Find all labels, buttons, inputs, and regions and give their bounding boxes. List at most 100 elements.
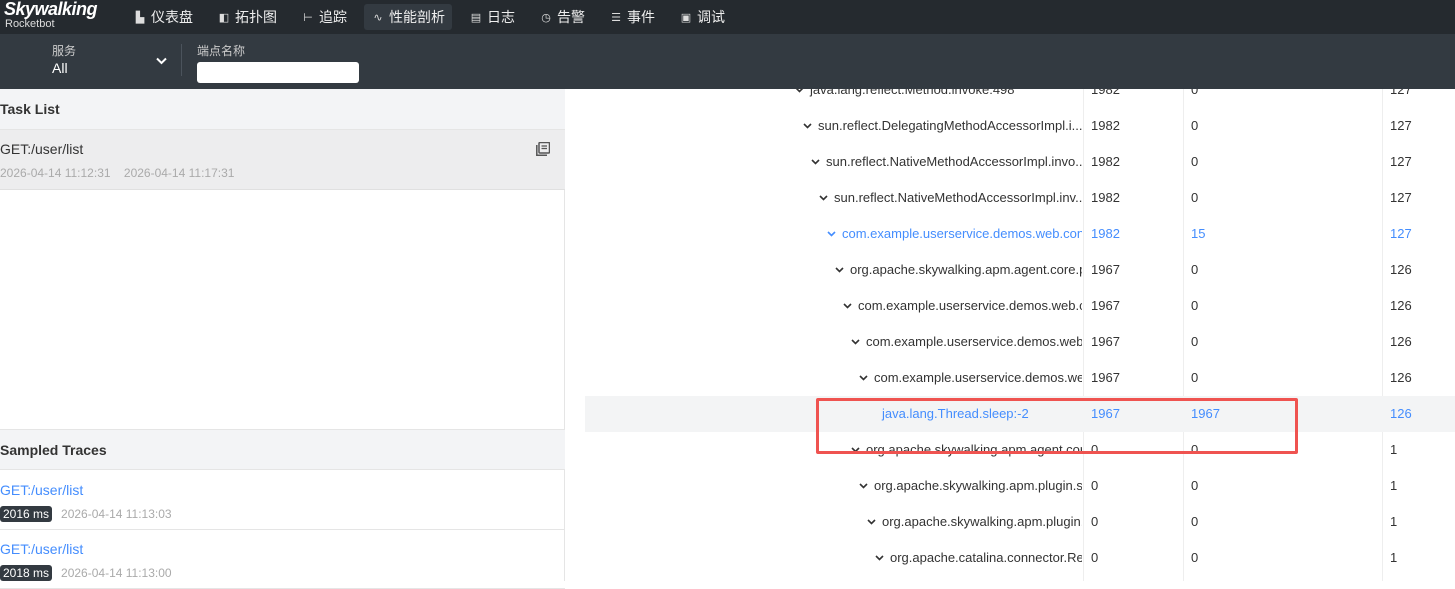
nav-item-profile[interactable]: ∿ 性能剖析 xyxy=(364,4,452,30)
chevron-down-icon[interactable] xyxy=(156,54,167,68)
stack-row[interactable]: sun.reflect.NativeMethodAccessorImpl.inv… xyxy=(585,144,1455,180)
duration-badge: 2018 ms xyxy=(0,565,53,581)
endpoint-input[interactable] xyxy=(197,62,359,83)
chevron-down-icon[interactable] xyxy=(859,360,869,396)
task-start-time: 2026-04-14 11:12:31 xyxy=(0,166,111,180)
trace-name[interactable]: GET:/user/list xyxy=(0,482,83,498)
self-duration-cell: 0 xyxy=(1191,118,1199,133)
self-duration-cell: 0 xyxy=(1191,478,1199,493)
stack-frame-name: org.apache.catalina.connector.Reque... xyxy=(890,550,1082,565)
stack-frame-name: sun.reflect.DelegatingMethodAccessorImpl… xyxy=(818,118,1082,133)
stack-frame-name: org.apache.skywalking.apm.agent.core.pl.… xyxy=(850,262,1082,277)
nav-item-debug[interactable]: ▣ 调试 xyxy=(672,4,732,30)
chevron-down-icon[interactable] xyxy=(803,108,813,144)
debug-icon: ▣ xyxy=(680,11,692,24)
dashboard-icon: ▙ xyxy=(135,11,145,24)
nav-item-trace[interactable]: ⊢ 追踪 xyxy=(294,4,354,30)
dump-count-cell: 1 xyxy=(1390,514,1398,529)
trace-time: 2026-04-14 11:13:03 xyxy=(61,507,172,521)
topology-icon: ◧ xyxy=(218,11,230,24)
task-end-time: 2026-04-14 11:17:31 xyxy=(123,166,235,180)
chevron-down-icon[interactable] xyxy=(843,288,853,324)
stack-frame-cell: sun.reflect.NativeMethodAccessorImpl.inv… xyxy=(585,144,1082,180)
logo[interactable]: Skywalking Rocketbot xyxy=(4,0,104,34)
stack-frame-cell: org.apache.catalina.connector.Reque... xyxy=(585,540,1082,576)
copy-icon[interactable] xyxy=(536,141,551,156)
nav-item-event[interactable]: ☰ 事件 xyxy=(602,4,662,30)
trace-name[interactable]: GET:/user/list xyxy=(0,541,83,557)
chevron-down-icon[interactable] xyxy=(875,540,885,576)
chevron-down-icon[interactable] xyxy=(811,144,821,180)
stack-frame-name: org.apache.skywalking.apm.plugin.spri... xyxy=(882,514,1082,529)
trace-time: 2026-04-14 11:13:00 xyxy=(61,566,172,580)
duration-cell: 1967 xyxy=(1091,262,1120,277)
dump-count-cell: 1 xyxy=(1390,442,1398,457)
stack-row[interactable]: com.example.userservice.demos.web.co... 1… xyxy=(585,288,1455,324)
duration-cell: 1982 xyxy=(1091,154,1120,169)
dump-count-cell: 126 xyxy=(1390,298,1412,313)
chevron-down-icon[interactable] xyxy=(835,252,845,288)
dump-count-cell: 127 xyxy=(1390,118,1412,133)
stack-frame-cell: com.example.userservice.demos.web.c... xyxy=(585,324,1082,360)
nav-item-dashboard[interactable]: ▙ 仪表盘 xyxy=(126,4,200,30)
stack-row[interactable]: sun.reflect.NativeMethodAccessorImpl.inv… xyxy=(585,180,1455,216)
chevron-down-icon[interactable] xyxy=(819,180,829,216)
self-duration-cell: 0 xyxy=(1191,154,1199,169)
nav-item-log[interactable]: ▤ 日志 xyxy=(462,4,522,30)
stack-row[interactable]: org.apache.catalina.connector.Reque... 0 0… xyxy=(585,540,1455,576)
nav-label: 拓扑图 xyxy=(235,9,277,25)
service-value: All xyxy=(52,60,68,76)
duration-cell: 1982 xyxy=(1091,226,1120,241)
nav-item-alarm[interactable]: ◷ 告警 xyxy=(532,4,592,30)
nav-label: 告警 xyxy=(557,9,585,25)
duration-badge: 2016 ms xyxy=(0,506,53,522)
service-selector[interactable]: 服务 All xyxy=(52,42,167,76)
dump-count-cell: 1 xyxy=(1390,478,1398,493)
self-duration-cell: 0 xyxy=(1191,370,1199,385)
nav-label: 仪表盘 xyxy=(151,9,193,25)
stack-row[interactable]: org.apache.skywalking.apm.plugin.spri...… xyxy=(585,504,1455,540)
stack-row[interactable]: com.example.userservice.demos.web.... 196… xyxy=(585,360,1455,396)
self-duration-cell: 0 xyxy=(1191,89,1199,97)
trace-item[interactable]: GET:/user/list 2018 ms 2026-04-14 11:13:… xyxy=(0,530,565,589)
duration-cell: 1967 xyxy=(1091,298,1120,313)
trace-item[interactable]: GET:/user/list 2016 ms 2026-04-14 11:13:… xyxy=(0,471,565,530)
stack-row[interactable]: org.apache.skywalking.apm.agent.core.pl.… xyxy=(585,252,1455,288)
duration-cell: 0 xyxy=(1091,478,1099,493)
stack-frame-cell: com.example.userservice.demos.web.... xyxy=(585,360,1082,396)
main-nav: ▙ 仪表盘 ◧ 拓扑图 ⊢ 追踪 ∿ 性能剖析 ▤ 日志 ◷ 告警 ☰ 事件 ▣ 调试 xyxy=(126,0,742,34)
nav-label: 性能剖析 xyxy=(389,9,445,25)
dump-count-cell: 126 xyxy=(1390,262,1412,277)
stack-row[interactable]: java.lang.reflect.Method.invoke:498 1982 0… xyxy=(585,89,1455,108)
self-duration-cell: 0 xyxy=(1191,298,1199,313)
left-panel: Task List GET:/user/list 2026-04-14 11:1… xyxy=(0,89,565,589)
stack-frame-name: com.example.userservice.demos.web.cont..… xyxy=(842,226,1082,241)
stack-frame-cell: java.lang.reflect.Method.invoke:498 xyxy=(585,89,1082,108)
dump-count-cell: 126 xyxy=(1390,370,1412,385)
stack-frame-cell: sun.reflect.NativeMethodAccessorImpl.inv… xyxy=(585,180,1082,216)
stack-row[interactable]: org.apache.skywalking.apm.plugin.sprin..… xyxy=(585,468,1455,504)
self-duration-cell: 0 xyxy=(1191,550,1199,565)
self-duration-cell: 0 xyxy=(1191,334,1199,349)
chevron-down-icon[interactable] xyxy=(851,324,861,360)
stack-frame-cell: org.apache.skywalking.apm.plugin.spri... xyxy=(585,504,1082,540)
stack-row[interactable]: com.example.userservice.demos.web.cont..… xyxy=(585,216,1455,252)
duration-cell: 1967 xyxy=(1091,334,1120,349)
highlight-box xyxy=(816,398,1298,454)
nav-label: 事件 xyxy=(627,9,655,25)
task-list-item[interactable]: GET:/user/list 2026-04-14 11:12:31 2026-… xyxy=(0,130,565,190)
stack-row[interactable]: sun.reflect.DelegatingMethodAccessorImpl… xyxy=(585,108,1455,144)
dump-count-cell: 126 xyxy=(1390,406,1412,421)
stack-tree-table: java.lang.reflect.Method.invoke:498 1982 0… xyxy=(585,89,1455,581)
stack-row[interactable]: com.example.userservice.demos.web.c... 19… xyxy=(585,324,1455,360)
filter-bar: 服务 All 端点名称 xyxy=(0,34,1455,89)
chevron-down-icon[interactable] xyxy=(827,216,837,252)
chevron-down-icon[interactable] xyxy=(859,468,869,504)
stack-frame-cell: sun.reflect.DelegatingMethodAccessorImpl… xyxy=(585,108,1082,144)
self-duration-cell: 0 xyxy=(1191,262,1199,277)
chevron-down-icon[interactable] xyxy=(867,504,877,540)
duration-cell: 1982 xyxy=(1091,118,1120,133)
nav-item-topology[interactable]: ◧ 拓扑图 xyxy=(210,4,284,30)
stack-frame-name: sun.reflect.NativeMethodAccessorImpl.inv… xyxy=(826,154,1082,169)
chevron-down-icon[interactable] xyxy=(795,89,805,108)
